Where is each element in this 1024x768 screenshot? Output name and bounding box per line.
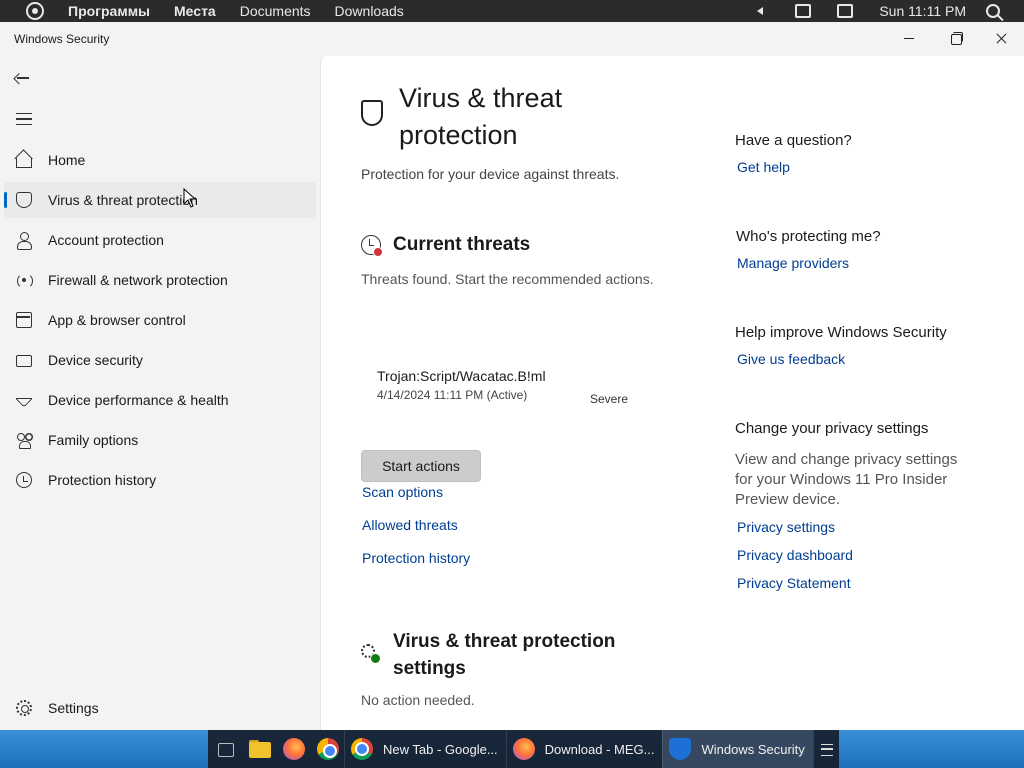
- sidebar-item-settings[interactable]: Settings: [4, 690, 316, 726]
- wifi-icon: [16, 272, 33, 289]
- threat-name: Trojan:Script/Wacatac.B!ml: [377, 368, 546, 384]
- have-question-heading: Have a question?: [735, 132, 852, 149]
- section-title: Current threats: [393, 234, 531, 255]
- taskbar-task-chrome[interactable]: New Tab - Google...: [344, 730, 506, 768]
- search-icon[interactable]: [986, 4, 1000, 18]
- help-improve-heading: Help improve Windows Security: [735, 324, 947, 341]
- settings-section-header: Virus & threat protection settings: [361, 628, 653, 682]
- firefox-icon[interactable]: [281, 730, 305, 768]
- device-icon: [16, 355, 32, 367]
- task-label: Windows Security: [701, 741, 805, 757]
- close-button[interactable]: [978, 22, 1024, 56]
- sidebar-item-account-protection[interactable]: Account protection: [4, 222, 316, 258]
- shield-icon: [16, 192, 32, 208]
- shield-icon: [361, 100, 383, 126]
- privacy-statement-link[interactable]: Privacy Statement: [737, 575, 851, 591]
- threat-date: 4/14/2024 11:11 PM (Active): [377, 388, 528, 402]
- title-bar: Windows Security: [0, 22, 1024, 56]
- sidebar-item-firewall[interactable]: Firewall & network protection: [4, 262, 316, 298]
- sidebar: Home Virus & threat protection Account p…: [0, 56, 320, 730]
- privacy-settings-link[interactable]: Privacy settings: [737, 519, 835, 535]
- section-title: Virus & threat protection settings: [393, 631, 616, 679]
- sidebar-item-device-performance[interactable]: Device performance & health: [4, 382, 316, 418]
- sidebar-item-app-browser-control[interactable]: App & browser control: [4, 302, 316, 338]
- scan-options-link[interactable]: Scan options: [362, 484, 443, 500]
- phone-connect-icon[interactable]: [795, 4, 812, 18]
- start-actions-button[interactable]: Start actions: [361, 450, 481, 482]
- settings-gear-icon: [361, 644, 381, 664]
- sidebar-item-label: App & browser control: [48, 312, 186, 328]
- notification-icon[interactable]: [837, 4, 854, 18]
- privacy-description: View and change privacy settings for you…: [735, 451, 958, 508]
- sidebar-item-virus-threat-protection[interactable]: Virus & threat protection: [4, 182, 316, 218]
- taskbar-task-firefox[interactable]: Download - MEG...: [505, 730, 663, 768]
- restore-button[interactable]: [932, 22, 978, 56]
- section-subtitle: Threats found. Start the recommended act…: [361, 271, 654, 287]
- threat-scan-icon: [361, 235, 383, 257]
- taskbar-group: New Tab - Google... Download - MEG... Wi…: [208, 730, 839, 768]
- task-label: New Tab - Google...: [383, 741, 498, 757]
- threat-severity: Severe: [590, 392, 629, 406]
- back-arrow-icon[interactable]: [14, 68, 34, 88]
- chrome-icon[interactable]: [315, 730, 339, 768]
- history-icon: [16, 472, 32, 488]
- firefox-icon: [512, 738, 535, 760]
- minimize-button[interactable]: [886, 22, 932, 56]
- page-subtitle: Protection for your device against threa…: [361, 166, 620, 182]
- get-help-link[interactable]: Get help: [737, 159, 790, 175]
- home-icon: [16, 158, 32, 168]
- sidebar-item-label: Device security: [48, 352, 143, 368]
- taskbar-task-windows-security[interactable]: Windows Security: [662, 730, 813, 768]
- task-label: Download - MEG...: [544, 741, 655, 757]
- sidebar-item-protection-history[interactable]: Protection history: [4, 462, 316, 498]
- hamburger-menu-icon[interactable]: [16, 113, 32, 125]
- sidebar-item-label: Settings: [48, 700, 99, 716]
- sidebar-item-family-options[interactable]: Family options: [4, 422, 316, 458]
- file-manager-icon[interactable]: [247, 730, 271, 768]
- mouse-cursor-icon: [183, 188, 197, 208]
- top-menu-places[interactable]: Места: [174, 3, 216, 19]
- person-icon: [16, 232, 32, 250]
- top-menu-documents[interactable]: Documents: [240, 3, 311, 19]
- terminal-icon[interactable]: [213, 730, 237, 768]
- page-title: Virus & threat protection: [399, 83, 563, 150]
- sidebar-item-label: Protection history: [48, 472, 157, 488]
- top-menu-downloads[interactable]: Downloads: [335, 3, 404, 19]
- page-header: Virus & threat protection: [361, 80, 639, 154]
- sidebar-item-device-security[interactable]: Device security: [4, 342, 316, 378]
- section-subtitle: No action needed.: [361, 692, 475, 708]
- chrome-icon: [351, 738, 373, 760]
- taskbar: New Tab - Google... Download - MEG... Wi…: [0, 730, 1024, 768]
- sidebar-item-label: Firewall & network protection: [48, 272, 228, 288]
- sidebar-item-label: Family options: [48, 432, 139, 448]
- clock[interactable]: Sun 11:11 PM: [879, 3, 966, 19]
- family-icon: [16, 432, 32, 449]
- allowed-threats-link[interactable]: Allowed threats: [362, 517, 458, 533]
- privacy-dashboard-link[interactable]: Privacy dashboard: [737, 547, 853, 563]
- window-title: Windows Security: [14, 32, 110, 46]
- browser-icon: [16, 312, 32, 328]
- applications-menu-icon[interactable]: [26, 2, 44, 20]
- manage-providers-link[interactable]: Manage providers: [737, 255, 849, 271]
- windows-security-icon: [669, 738, 692, 760]
- threat-item[interactable]: Trojan:Script/Wacatac.B!ml 4/14/2024 11:…: [377, 368, 546, 402]
- sidebar-item-label: Device performance & health: [48, 392, 229, 408]
- windows-security-window: Windows Security Home Virus & threat pro…: [0, 22, 1024, 730]
- gear-icon: [16, 700, 32, 716]
- current-threats-header: Current threats: [361, 234, 531, 257]
- top-panel: Программы Места Documents Downloads Sun …: [0, 0, 1024, 22]
- tray-expand-icon[interactable]: [753, 4, 769, 18]
- give-feedback-link[interactable]: Give us feedback: [737, 351, 845, 367]
- taskbar-menu-icon[interactable]: [812, 730, 839, 768]
- heart-icon: [16, 392, 32, 408]
- sidebar-item-label: Home: [48, 152, 86, 168]
- sidebar-item-home[interactable]: Home: [4, 142, 316, 178]
- top-menu-programs[interactable]: Программы: [68, 3, 150, 19]
- protection-history-link[interactable]: Protection history: [362, 550, 470, 566]
- sidebar-item-label: Virus & threat protection: [48, 192, 198, 208]
- sidebar-item-label: Account protection: [48, 232, 164, 248]
- main-content: Virus & threat protection Protection for…: [320, 56, 1024, 730]
- whos-protecting-heading: Who's protecting me?: [736, 228, 881, 245]
- privacy-heading: Change your privacy settings: [735, 420, 929, 437]
